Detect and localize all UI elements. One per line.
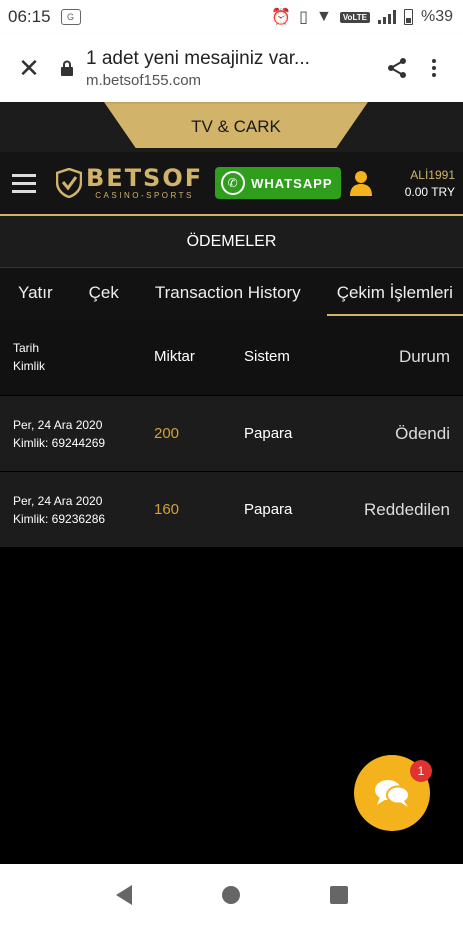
whatsapp-label: WHATSAPP	[251, 175, 333, 191]
top-strip: TV & CARK	[0, 102, 463, 152]
user-balance: 0.00 TRY	[404, 184, 455, 199]
user-icon[interactable]	[349, 170, 372, 196]
browser-toolbar: ✕ 1 adet yeni mesajiniz var... m.betsof1…	[0, 34, 463, 102]
tab-withdrawal-operations[interactable]: Çekim İşlemleri	[319, 268, 463, 318]
row-amount: 200	[154, 425, 180, 442]
lock-icon[interactable]	[52, 60, 82, 76]
table-row[interactable]: Per, 24 Ara 2020 Kimlik: 69244269 200 Pa…	[0, 396, 463, 472]
row-status: Ödendi	[395, 423, 450, 443]
row-amount: 160	[154, 501, 180, 518]
table-row[interactable]: Per, 24 Ara 2020 Kimlik: 69236286 160 Pa…	[0, 472, 463, 548]
transactions-table: Tarih Kimlik Miktar Sistem Durum Per, 24…	[0, 318, 463, 548]
battery-icon	[403, 9, 413, 25]
row-id: Kimlik: 69236286	[13, 511, 106, 526]
row-date: Per, 24 Ara 2020	[13, 417, 103, 432]
row-id: Kimlik: 69244269	[13, 435, 106, 450]
whatsapp-button[interactable]: ✆ WHATSAPP	[215, 167, 341, 199]
logo-subtext: CASINO-SPORTS	[95, 191, 194, 200]
page-title: 1 adet yeni mesajiniz var...	[86, 47, 310, 69]
tab-deposit[interactable]: Yatır	[0, 268, 71, 318]
chat-bubbles-icon	[375, 780, 410, 807]
row-system: Papara	[244, 425, 293, 442]
status-time: 06:15	[8, 7, 51, 26]
site-logo[interactable]: BETSOF CASINO-SPORTS	[56, 166, 203, 200]
site-header: BETSOF CASINO-SPORTS ✆ WHATSAPP ALİ1991 …	[0, 152, 463, 216]
wifi-icon: ▼	[315, 8, 332, 25]
row-status: Reddedilen	[363, 499, 450, 519]
tab-transaction-history[interactable]: Transaction History	[137, 268, 319, 318]
status-icons: ⏰ ▯ ▼ VoLTE %39	[271, 7, 453, 27]
tab-withdraw[interactable]: Çek	[71, 268, 137, 318]
whatsapp-icon: ✆	[221, 171, 246, 195]
close-icon[interactable]: ✕	[12, 53, 46, 84]
tv-cark-tab[interactable]: TV & CARK	[104, 102, 368, 148]
battery-percent: %39	[420, 8, 453, 25]
row-date: Per, 24 Ara 2020	[13, 493, 103, 508]
header-status: Durum	[398, 346, 450, 366]
section-title: ÖDEMELER	[0, 216, 463, 268]
site-content: TV & CARK BETSOF CASINO-SPORTS ✆ WHATSAP…	[0, 102, 463, 548]
alarm-icon: ⏰	[271, 9, 292, 26]
username: ALİ1991	[410, 167, 455, 182]
header-amount: Miktar	[154, 348, 195, 365]
recent-apps-icon[interactable]	[329, 886, 348, 904]
translate-notification-icon: G	[60, 9, 81, 25]
user-account-info[interactable]: ALİ1991 0.00 TRY	[380, 168, 455, 199]
home-icon[interactable]	[221, 886, 240, 904]
menu-icon[interactable]	[12, 173, 36, 193]
chat-unread-badge: 1	[410, 760, 432, 782]
table-header-row: Tarih Kimlik Miktar Sistem Durum	[0, 318, 463, 396]
status-bar: 06:15 G ⏰ ▯ ▼ VoLTE %39	[0, 0, 463, 34]
volte-icon: VoLTE	[339, 11, 370, 23]
url-bar[interactable]: 1 adet yeni mesajiniz var... m.betsof155…	[86, 48, 377, 89]
page-domain: m.betsof155.com	[86, 71, 202, 89]
shield-logo-icon	[56, 168, 82, 198]
vibrate-icon: ▯	[299, 9, 308, 26]
more-options-icon[interactable]	[417, 59, 451, 77]
android-nav-bar	[0, 864, 463, 926]
header-system: Sistem	[244, 348, 290, 365]
header-date: Tarih	[13, 340, 40, 355]
header-id: Kimlik	[13, 358, 45, 373]
row-system: Papara	[244, 501, 293, 518]
share-icon[interactable]	[377, 56, 417, 80]
logo-text: BETSOF	[86, 164, 204, 192]
signal-icon	[377, 10, 396, 24]
payments-tabs: Yatır Çek Transaction History Çekim İşle…	[0, 268, 463, 318]
back-icon[interactable]	[115, 885, 132, 905]
